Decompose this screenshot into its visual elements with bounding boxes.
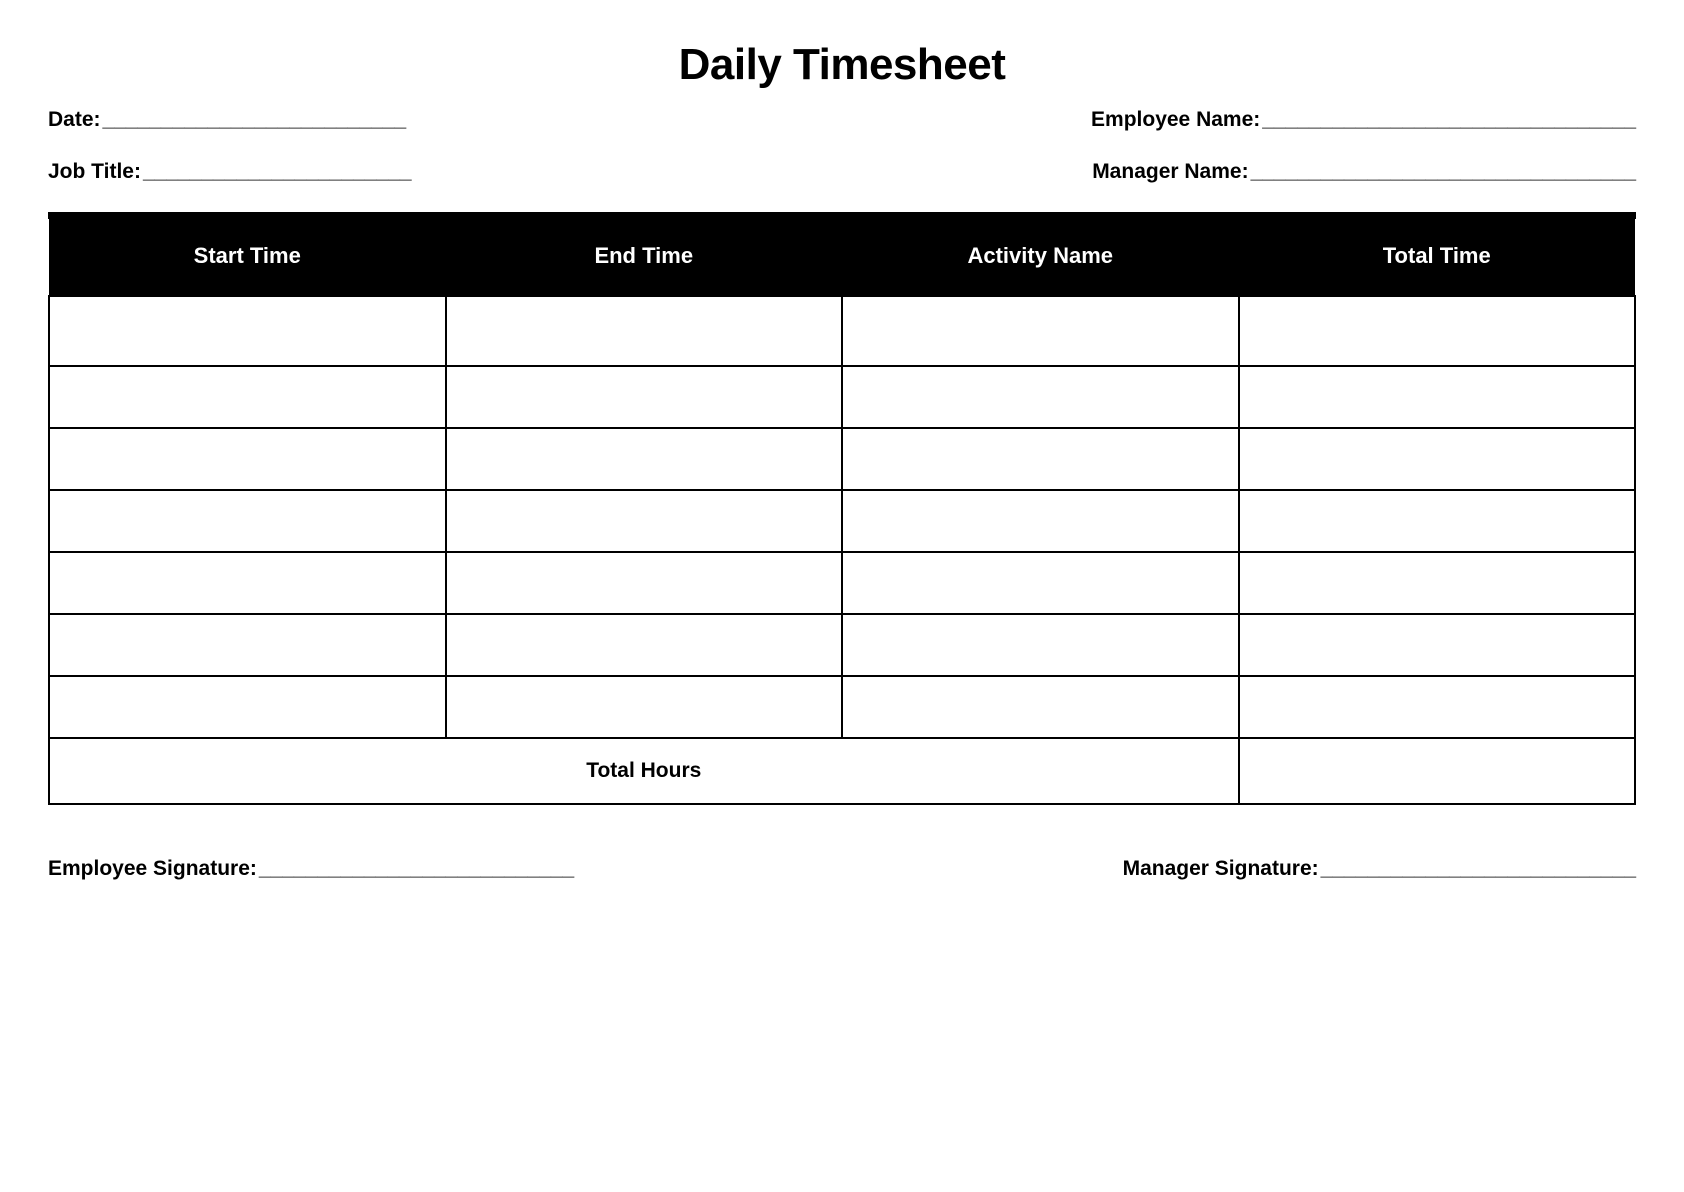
date-field[interactable]: Date: __________________________ — [48, 108, 406, 132]
total-row: Total Hours — [49, 738, 1635, 804]
cell-start[interactable] — [49, 614, 446, 676]
employee-signature-line: ___________________________ — [259, 857, 574, 881]
header-start-time: Start Time — [49, 219, 446, 296]
job-title-field[interactable]: Job Title: _______________________ — [48, 160, 412, 184]
cell-activity[interactable] — [842, 296, 1239, 366]
cell-activity[interactable] — [842, 614, 1239, 676]
job-title-label: Job Title: — [48, 160, 141, 184]
manager-signature-line: ___________________________ — [1321, 857, 1636, 881]
cell-total[interactable] — [1239, 366, 1636, 428]
manager-name-field[interactable]: Manager Name: __________________________… — [1092, 160, 1636, 184]
table-row — [49, 614, 1635, 676]
cell-end[interactable] — [446, 676, 843, 738]
header-total-time: Total Time — [1239, 219, 1636, 296]
cell-total[interactable] — [1239, 428, 1636, 490]
employee-name-field[interactable]: Employee Name: _________________________… — [1091, 108, 1636, 132]
manager-name-line: _________________________________ — [1251, 160, 1636, 184]
cell-end[interactable] — [446, 490, 843, 552]
cell-end[interactable] — [446, 366, 843, 428]
table-row — [49, 296, 1635, 366]
cell-end[interactable] — [446, 552, 843, 614]
employee-name-label: Employee Name: — [1091, 108, 1260, 132]
table-row — [49, 490, 1635, 552]
cell-total[interactable] — [1239, 552, 1636, 614]
table-row — [49, 366, 1635, 428]
job-title-line: _______________________ — [143, 160, 412, 184]
timesheet-table: Start Time End Time Activity Name Total … — [48, 219, 1636, 805]
cell-activity[interactable] — [842, 366, 1239, 428]
manager-signature-label: Manager Signature: — [1123, 857, 1319, 881]
cell-total[interactable] — [1239, 614, 1636, 676]
header-activity-name: Activity Name — [842, 219, 1239, 296]
header-row: Start Time End Time Activity Name Total … — [49, 219, 1635, 296]
employee-signature-field[interactable]: Employee Signature: ____________________… — [48, 857, 574, 881]
cell-activity[interactable] — [842, 428, 1239, 490]
cell-start[interactable] — [49, 296, 446, 366]
cell-total[interactable] — [1239, 676, 1636, 738]
cell-end[interactable] — [446, 296, 843, 366]
header-end-time: End Time — [446, 219, 843, 296]
manager-signature-field[interactable]: Manager Signature: _____________________… — [1123, 857, 1636, 881]
cell-total[interactable] — [1239, 296, 1636, 366]
cell-start[interactable] — [49, 676, 446, 738]
info-row-2: Job Title: _______________________ Manag… — [48, 160, 1636, 184]
cell-start[interactable] — [49, 490, 446, 552]
cell-start[interactable] — [49, 552, 446, 614]
employee-name-line: ________________________________ — [1262, 108, 1636, 132]
cell-end[interactable] — [446, 428, 843, 490]
cell-total[interactable] — [1239, 490, 1636, 552]
cell-activity[interactable] — [842, 552, 1239, 614]
employee-signature-label: Employee Signature: — [48, 857, 257, 881]
cell-end[interactable] — [446, 614, 843, 676]
manager-name-label: Manager Name: — [1092, 160, 1248, 184]
total-hours-label: Total Hours — [49, 738, 1239, 804]
table-row — [49, 552, 1635, 614]
page-title: Daily Timesheet — [48, 40, 1636, 90]
cell-start[interactable] — [49, 428, 446, 490]
cell-activity[interactable] — [842, 676, 1239, 738]
date-label: Date: — [48, 108, 101, 132]
date-line: __________________________ — [103, 108, 407, 132]
table-row — [49, 676, 1635, 738]
signature-row: Employee Signature: ____________________… — [48, 857, 1636, 881]
cell-start[interactable] — [49, 366, 446, 428]
timesheet-table-wrap: Start Time End Time Activity Name Total … — [48, 212, 1636, 805]
table-row — [49, 428, 1635, 490]
cell-activity[interactable] — [842, 490, 1239, 552]
info-row-1: Date: __________________________ Employe… — [48, 108, 1636, 132]
total-hours-value[interactable] — [1239, 738, 1636, 804]
